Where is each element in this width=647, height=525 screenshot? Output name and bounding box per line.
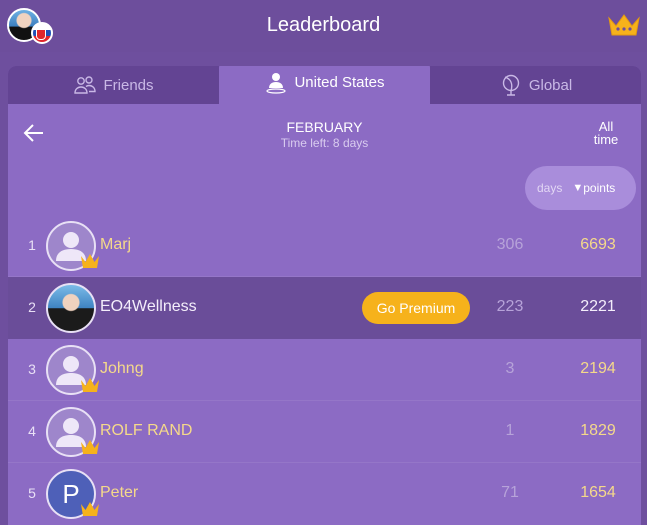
rank: 2 (28, 299, 36, 315)
app-header: Leaderboard (0, 0, 647, 52)
tab-united-states[interactable]: United States (219, 66, 430, 104)
leaderboard-row-current-user[interactable]: 2 EO4Wellness Go Premium 223 2221 (8, 277, 641, 339)
player-days: 223 (496, 298, 524, 315)
time-left: Time left: 8 days (280, 136, 369, 150)
player-days: 3 (505, 360, 515, 377)
player-days: 71 (501, 484, 519, 501)
player-points: 1829 (580, 422, 616, 439)
tab-bar: Friends United States Global (8, 66, 641, 104)
month-label: FEBRUARY (286, 119, 363, 135)
rank: 1 (28, 237, 36, 253)
all-time-button[interactable]: All time (591, 120, 621, 146)
leaderboard-row[interactable]: 4 ROLF RAND 1 1829 (8, 401, 641, 463)
friends-icon (74, 76, 97, 94)
tab-label: United States (294, 73, 385, 91)
sort-points-option[interactable]: points (583, 181, 615, 195)
tab-friends[interactable]: Friends (8, 66, 219, 104)
globe-icon (502, 74, 520, 96)
player-points: 6693 (580, 236, 616, 253)
avatar (46, 283, 96, 333)
crown-icon (81, 502, 99, 516)
tab-global[interactable]: Global (430, 66, 641, 104)
player-points: 1654 (580, 484, 616, 501)
rank: 5 (28, 485, 36, 501)
sort-toggle[interactable]: days ▼ points (525, 166, 636, 210)
player-name: Marj (100, 236, 132, 253)
leaderboard-row[interactable]: 3 Johng 3 2194 (8, 339, 641, 401)
tab-label: Global (528, 76, 573, 94)
player-points: 2221 (580, 298, 616, 315)
player-name: EO4Wellness (100, 298, 197, 315)
rank: 4 (28, 423, 36, 439)
player-name: ROLF RAND (100, 422, 193, 439)
rank: 3 (28, 361, 36, 377)
crown-icon (81, 440, 99, 454)
go-premium-button[interactable]: Go Premium (362, 292, 470, 324)
leaderboard-row[interactable]: 1 Marj 306 6693 (8, 215, 641, 277)
crown-icon (81, 254, 99, 268)
player-name: Peter (100, 484, 139, 501)
leaderboard-row[interactable]: 5 P Peter 71 1654 (8, 463, 641, 525)
player-points: 2194 (580, 360, 616, 377)
player-name: Johng (100, 360, 144, 377)
sort-days-option[interactable]: days (537, 181, 562, 195)
crown-icon[interactable] (607, 12, 641, 38)
leaderboard-panel: Friends United States Global FEBRUARY Ti… (8, 66, 641, 525)
page-title: Leaderboard (266, 14, 381, 36)
crown-icon (81, 378, 99, 392)
sort-down-icon: ▼ (572, 182, 584, 194)
tab-label: Friends (103, 76, 154, 94)
player-days: 306 (496, 236, 524, 253)
player-days: 1 (505, 422, 515, 439)
user-location-icon (266, 73, 287, 94)
